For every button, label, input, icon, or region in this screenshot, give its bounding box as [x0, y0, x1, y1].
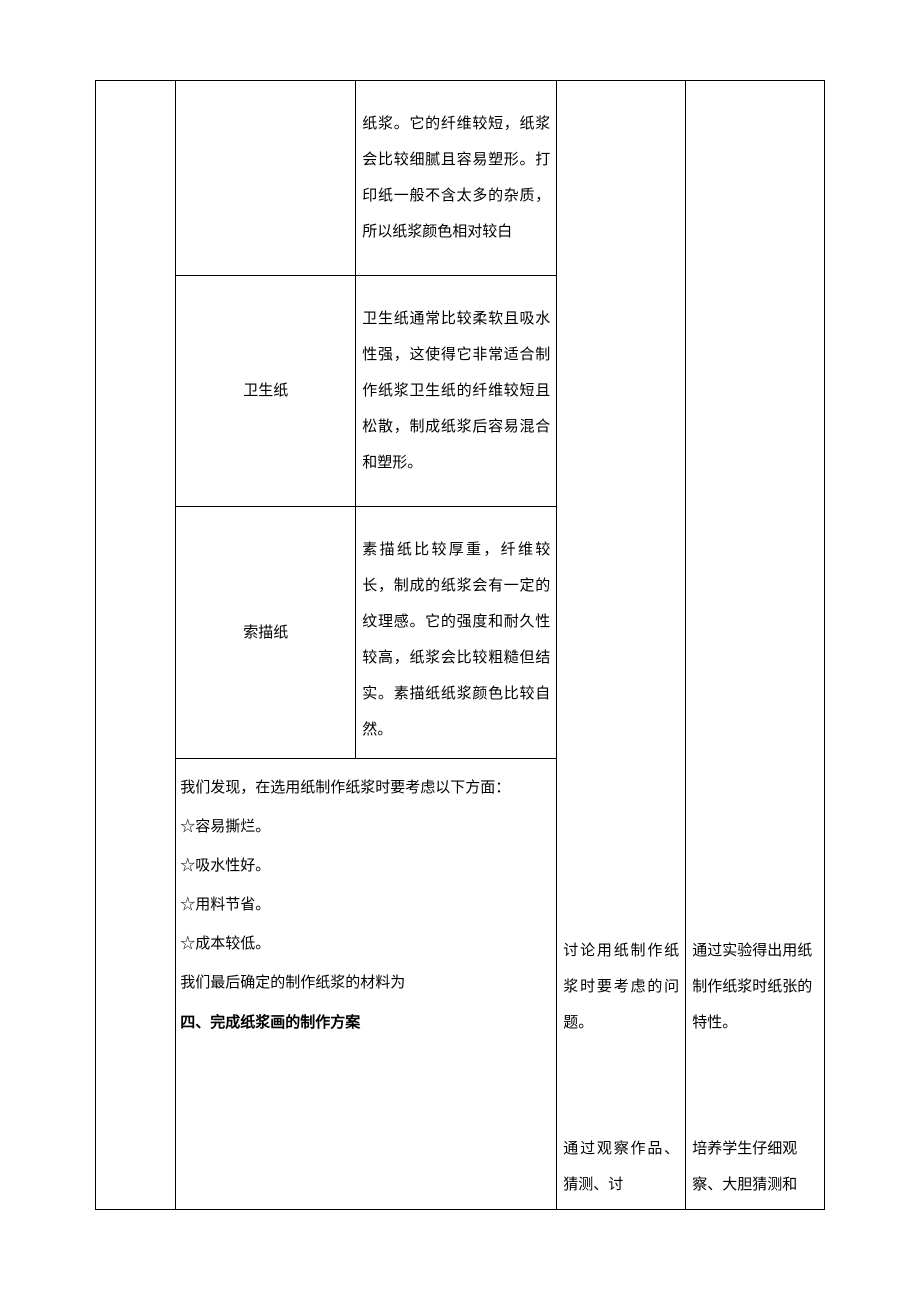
section-heading: 四、完成纸浆画的制作方案: [180, 1003, 552, 1042]
inner-table: 纸浆。它的纤维较短，纸浆会比较细腻且容易塑形。打印纸一般不含太多的杂质，所以纸浆…: [176, 81, 556, 759]
activity-block: 讨论用纸制作纸浆时要考虑的问题。: [563, 933, 679, 1041]
paper-desc: 纸浆。它的纤维较短，纸浆会比较细腻且容易塑形。打印纸一般不含太多的杂质，所以纸浆…: [356, 81, 556, 275]
col-student-activity: 讨论用纸制作纸浆时要考虑的问题。 通过观察作品、猜测、讨: [556, 81, 685, 1209]
page: 纸浆。它的纤维较短，纸浆会比较细腻且容易塑形。打印纸一般不含太多的杂质，所以纸浆…: [0, 0, 920, 1301]
intent-block: 通过实验得出用纸制作纸浆时纸张的特性。: [692, 933, 818, 1041]
bullet: ☆吸水性好。: [180, 847, 552, 886]
activity-block: 通过观察作品、猜测、讨: [563, 1131, 679, 1203]
paper-desc: 素描纸比较厚重，纤维较长，制成的纸浆会有一定的纹理感。它的强度和耐久性较高，纸浆…: [356, 507, 556, 758]
col-design-intent: 通过实验得出用纸制作纸浆时纸张的特性。 培养学生仔细观察、大胆猜测和: [685, 81, 824, 1209]
findings-intro: 我们发现，在选用纸制作纸浆时要考虑以下方面：: [180, 769, 552, 808]
bullet: ☆成本较低。: [180, 925, 552, 964]
main-table: 纸浆。它的纤维较短，纸浆会比较细腻且容易塑形。打印纸一般不含太多的杂质，所以纸浆…: [95, 80, 825, 1210]
col-left-empty: [96, 81, 176, 1209]
bullet: ☆用料节省。: [180, 886, 552, 925]
table-row: 卫生纸 卫生纸通常比较柔软且吸水性强，这使得它非常适合制作纸浆卫生纸的纤维较短且…: [176, 276, 556, 507]
intent-block: 培养学生仔细观察、大胆猜测和: [692, 1131, 818, 1203]
table-row: 纸浆。它的纤维较短，纸浆会比较细腻且容易塑形。打印纸一般不含太多的杂质，所以纸浆…: [176, 81, 556, 276]
final-choice: 我们最后确定的制作纸浆的材料为: [180, 964, 552, 1003]
bullet: ☆容易撕烂。: [180, 808, 552, 847]
paper-name: 卫生纸: [176, 276, 356, 506]
paper-name: 索描纸: [176, 507, 356, 758]
findings-block: 我们发现，在选用纸制作纸浆时要考虑以下方面： ☆容易撕烂。 ☆吸水性好。 ☆用料…: [176, 759, 556, 1046]
paper-desc: 卫生纸通常比较柔软且吸水性强，这使得它非常适合制作纸浆卫生纸的纤维较短且松散，制…: [356, 276, 556, 506]
table-row: 索描纸 素描纸比较厚重，纤维较长，制成的纸浆会有一定的纹理感。它的强度和耐久性较…: [176, 507, 556, 759]
paper-name: [176, 81, 356, 275]
col-middle: 纸浆。它的纤维较短，纸浆会比较细腻且容易塑形。打印纸一般不含太多的杂质，所以纸浆…: [176, 81, 556, 1209]
